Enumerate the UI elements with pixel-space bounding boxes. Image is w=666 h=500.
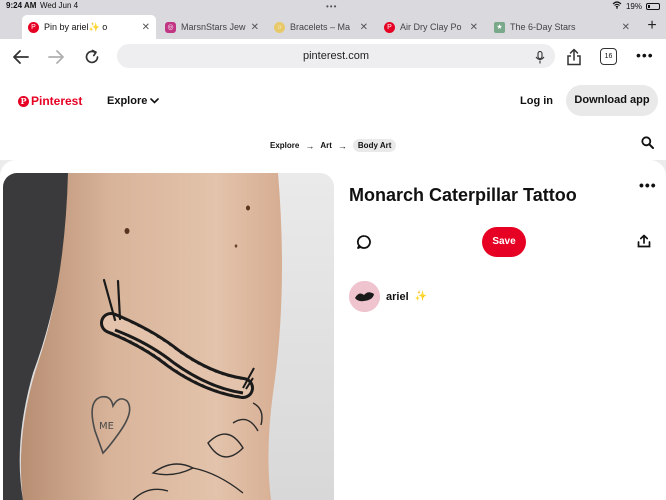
tab-label: Air Dry Clay Po bbox=[400, 22, 462, 32]
tab-overview-button[interactable]: 16 bbox=[600, 48, 617, 65]
back-arrow-icon bbox=[13, 50, 29, 64]
status-date: Wed Jun 4 bbox=[40, 1, 79, 10]
close-icon[interactable]: ✕ bbox=[360, 22, 368, 33]
chevron-down-icon bbox=[150, 98, 160, 104]
tab-label: The 6-Day Stars bbox=[510, 22, 576, 32]
browser-toolbar: pinterest.com 16 ••• bbox=[0, 39, 666, 75]
creator-row[interactable]: ariel ✨ bbox=[349, 281, 427, 312]
wifi-icon bbox=[612, 1, 622, 11]
status-time: 9:24 AM bbox=[6, 1, 37, 10]
save-button[interactable]: Save bbox=[482, 227, 526, 257]
pin-page: ME Monarch Caterpillar Tattoo ••• Save a… bbox=[0, 160, 666, 500]
share-icon[interactable] bbox=[637, 234, 651, 253]
pin-image[interactable]: ME bbox=[3, 173, 334, 500]
site-icon: ★ bbox=[494, 21, 505, 33]
tab-marsnstars[interactable]: ◎ MarsnStars Jew ✕ bbox=[159, 15, 265, 39]
status-right: 19% bbox=[612, 1, 660, 11]
breadcrumb-arrow-icon: → bbox=[337, 140, 347, 151]
close-icon[interactable]: ✕ bbox=[622, 22, 630, 33]
avatar[interactable] bbox=[349, 281, 380, 312]
instagram-icon: ◎ bbox=[165, 21, 176, 33]
forward-arrow-icon bbox=[48, 50, 64, 64]
battery-icon bbox=[646, 2, 660, 10]
tab-bar: P Pin by ariel✨ o ✕ ◎ MarsnStars Jew ✕ ○… bbox=[0, 12, 666, 39]
site-header: P Pinterest Explore Log in Download app bbox=[0, 75, 666, 127]
breadcrumb: Explore → Art → Body Art bbox=[270, 139, 397, 152]
status-bar: 9:24 AM Wed Jun 4 ••• 19% bbox=[0, 0, 666, 12]
tab-label: Bracelets – Ma bbox=[290, 22, 351, 32]
pinterest-icon: P bbox=[384, 21, 395, 33]
tab-six-day-stars[interactable]: ★ The 6-Day Stars ✕ bbox=[488, 15, 636, 39]
pin-title: Monarch Caterpillar Tattoo bbox=[349, 185, 577, 205]
more-options-icon[interactable]: ••• bbox=[639, 177, 657, 193]
bracelet-icon: ○ bbox=[274, 21, 285, 33]
more-options-icon[interactable]: ••• bbox=[636, 47, 654, 63]
search-icon[interactable] bbox=[641, 136, 654, 154]
logo-text: Pinterest bbox=[31, 94, 83, 108]
share-page-button[interactable] bbox=[563, 46, 585, 68]
breadcrumb-body-art[interactable]: Body Art bbox=[352, 139, 397, 152]
pinterest-icon: P bbox=[18, 95, 29, 107]
comment-icon[interactable] bbox=[356, 234, 372, 255]
forward-button[interactable] bbox=[45, 46, 67, 68]
pinterest-logo[interactable]: P Pinterest bbox=[18, 94, 82, 108]
url-field[interactable]: pinterest.com bbox=[117, 44, 555, 68]
back-button[interactable] bbox=[10, 46, 32, 68]
close-icon[interactable]: ✕ bbox=[470, 22, 478, 33]
breadcrumb-art[interactable]: Art bbox=[320, 141, 332, 150]
reload-icon bbox=[85, 49, 99, 64]
close-icon[interactable]: ✕ bbox=[251, 22, 259, 33]
breadcrumb-arrow-icon: → bbox=[305, 140, 315, 151]
microphone-icon[interactable] bbox=[535, 49, 545, 73]
close-icon[interactable]: ✕ bbox=[142, 22, 150, 33]
creator-name[interactable]: ariel bbox=[386, 291, 409, 303]
explore-menu[interactable]: Explore bbox=[107, 95, 160, 107]
tab-label: MarsnStars Jew bbox=[181, 22, 246, 32]
reload-button[interactable] bbox=[81, 46, 103, 68]
pinterest-icon: P bbox=[28, 21, 39, 33]
tab-bracelets[interactable]: ○ Bracelets – Ma ✕ bbox=[268, 15, 374, 39]
heart-text: ME bbox=[99, 421, 114, 432]
pin-card: ME Monarch Caterpillar Tattoo ••• Save a… bbox=[0, 160, 666, 500]
tab-label: Pin by ariel✨ o bbox=[44, 21, 108, 32]
download-app-button[interactable]: Download app bbox=[566, 85, 658, 116]
url-text: pinterest.com bbox=[302, 50, 370, 62]
multitask-dots-icon[interactable]: ••• bbox=[326, 2, 337, 11]
login-link[interactable]: Log in bbox=[520, 95, 553, 107]
tab-air-dry-clay[interactable]: P Air Dry Clay Po ✕ bbox=[378, 15, 484, 39]
sparkle-icon: ✨ bbox=[414, 291, 428, 302]
explore-label: Explore bbox=[107, 95, 148, 107]
share-icon bbox=[567, 48, 581, 66]
new-tab-button[interactable]: + bbox=[642, 16, 662, 36]
breadcrumb-explore[interactable]: Explore bbox=[270, 141, 299, 150]
tab-pinterest-pin[interactable]: P Pin by ariel✨ o ✕ bbox=[22, 15, 156, 39]
battery-percent: 19% bbox=[625, 1, 642, 11]
breadcrumb-bar: Explore → Art → Body Art bbox=[0, 127, 666, 160]
